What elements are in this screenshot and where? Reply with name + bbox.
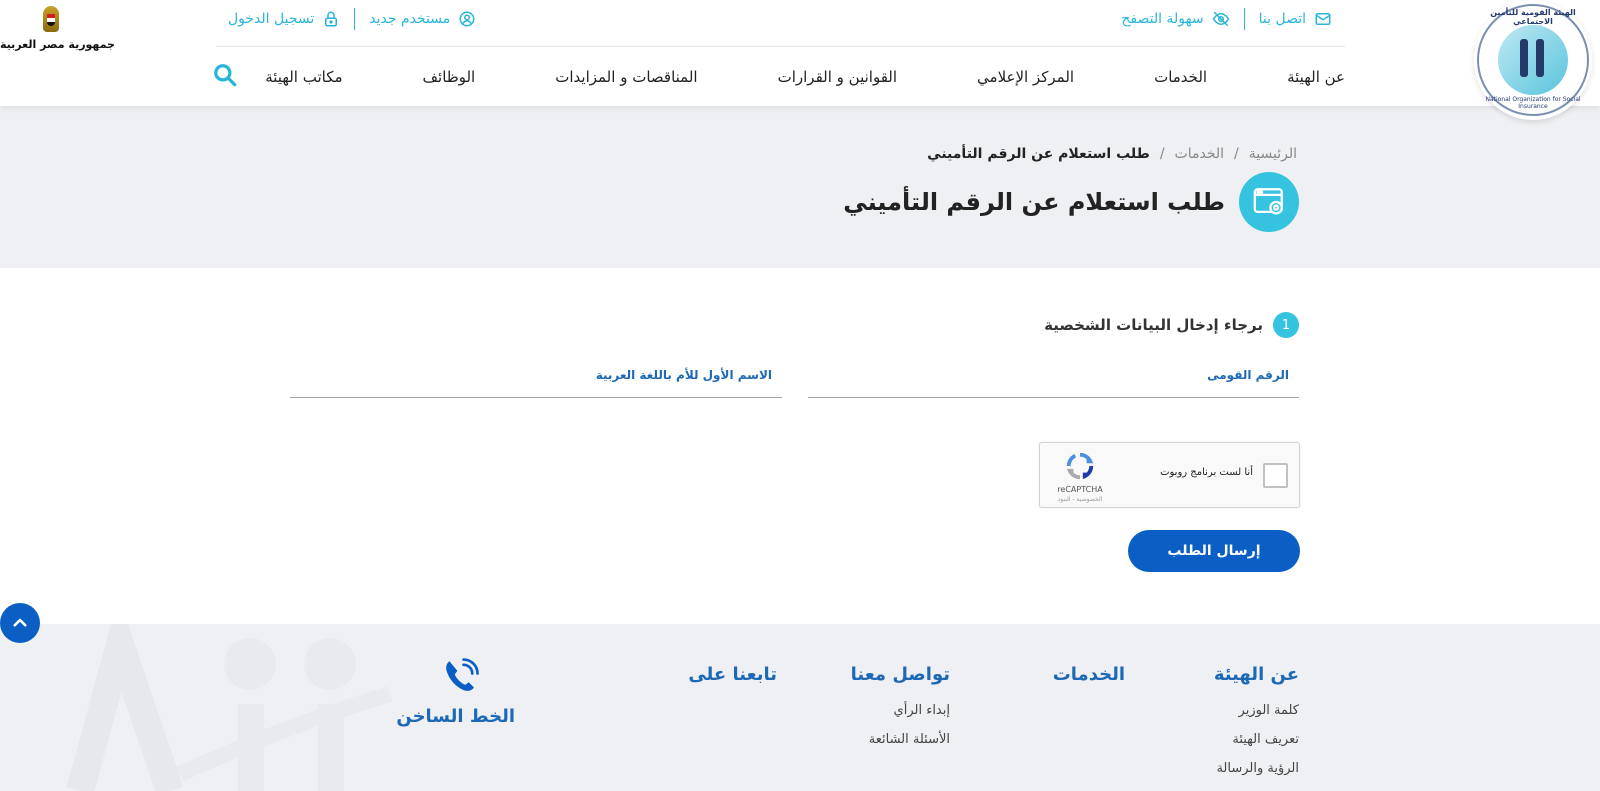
recaptcha-checkbox[interactable] — [1263, 463, 1288, 488]
breadcrumb-separator: / — [1234, 146, 1239, 162]
step-number-badge: 1 — [1273, 312, 1299, 338]
nav-offices[interactable]: مكاتب الهيئة — [265, 68, 342, 86]
site-footer: عن الهيئة كلمة الوزير تعريف الهيئة الرؤي… — [0, 624, 1600, 791]
footer-col-services: الخدمات — [1053, 664, 1125, 703]
nav-laws[interactable]: القوانين و القرارات — [778, 68, 897, 86]
breadcrumb: الرئيسية / الخدمات / طلب استعلام عن الرق… — [927, 146, 1297, 162]
page-title: طلب استعلام عن الرقم التأميني — [843, 188, 1225, 216]
egypt-emblem: جمهورية مصر العربية — [0, 0, 115, 60]
header-divider — [216, 46, 1345, 47]
footer-link-feedback[interactable]: إبداء الرأي — [851, 703, 950, 718]
accessibility-link[interactable]: سهولة التصفح — [1121, 10, 1229, 28]
page-banner: الرئيسية / الخدمات / طلب استعلام عن الرق… — [0, 106, 1600, 268]
mother-name-field[interactable]: الاسم الأول للأم باللغة العربية — [290, 362, 782, 398]
org-logo-text-ar: الهيئة القومية للتأمين الاجتماعي — [1490, 8, 1576, 26]
recaptcha-icon — [1066, 452, 1094, 480]
footer-follow-title: تابعنا على — [688, 664, 777, 685]
mother-name-input[interactable] — [290, 380, 782, 395]
site-header: الهيئة القومية للتأمين الاجتماعي Nationa… — [0, 0, 1600, 120]
divider — [1243, 8, 1245, 30]
watermark-logo-icon — [66, 624, 393, 791]
national-id-label: الرقم القومى — [1207, 368, 1289, 382]
top-links-left: مستخدم جديد تسجيل الدخول — [228, 6, 476, 32]
mother-name-label: الاسم الأول للأم باللغة العربية — [595, 368, 772, 382]
search-button[interactable] — [212, 62, 238, 88]
recaptcha-terms-link[interactable]: الخصوصية - البنود — [1050, 496, 1110, 503]
nav-media-center[interactable]: المركز الإعلامي — [977, 68, 1074, 86]
hotline[interactable]: الخط الساخن — [396, 656, 515, 727]
nav-jobs[interactable]: الوظائف — [423, 68, 476, 86]
service-window-icon — [1239, 172, 1299, 232]
mail-icon — [1315, 13, 1331, 25]
recaptcha-logo: reCAPTCHA الخصوصية - البنود — [1050, 451, 1110, 503]
org-logo-emblem: الهيئة القومية للتأمين الاجتماعي Nationa… — [1477, 4, 1589, 116]
login-label: تسجيل الدخول — [228, 11, 315, 27]
page-title-row: طلب استعلام عن الرقم التأميني — [843, 172, 1299, 232]
nav-tenders[interactable]: المناقصات و المزايدات — [555, 68, 697, 86]
eye-slash-icon — [1212, 11, 1229, 27]
divider — [354, 8, 356, 30]
phone-icon — [446, 658, 479, 691]
footer-col-contact: تواصل معنا إبداء الرأي الأسئلة الشائعة — [851, 664, 950, 761]
lock-icon — [325, 11, 338, 27]
national-id-input[interactable] — [808, 380, 1299, 395]
footer-col-follow: تابعنا على — [688, 664, 777, 703]
contact-us-link[interactable]: اتصل بنا — [1259, 10, 1332, 28]
egypt-label: جمهورية مصر العربية — [0, 38, 115, 51]
new-user-link[interactable]: مستخدم جديد — [369, 10, 476, 28]
footer-link-about-org[interactable]: تعريف الهيئة — [1214, 732, 1299, 747]
form-step-header: 1 برجاء إدخال البيانات الشخصية — [1044, 312, 1299, 338]
recaptcha-label: أنا لست برنامج روبوت — [1160, 467, 1253, 478]
scroll-to-top-button[interactable] — [0, 603, 40, 643]
org-logo[interactable]: الهيئة القومية للتأمين الاجتماعي Nationa… — [1474, 0, 1592, 120]
recaptcha-brand: reCAPTCHA — [1057, 485, 1103, 494]
main-nav: عن الهيئة الخدمات المركز الإعلامي القوان… — [265, 62, 1345, 92]
chevron-up-icon — [13, 618, 27, 627]
org-logo-text-en: National Organization for Social Insuran… — [1485, 96, 1581, 110]
nav-services[interactable]: الخدمات — [1154, 68, 1207, 86]
footer-link-vision[interactable]: الرؤية والرسالة — [1214, 761, 1299, 776]
eagle-icon — [37, 2, 65, 36]
nav-about[interactable]: عن الهيئة — [1287, 68, 1345, 86]
login-link[interactable]: تسجيل الدخول — [228, 10, 340, 28]
breadcrumb-services[interactable]: الخدمات — [1175, 146, 1225, 162]
org-logo-mark-icon — [1498, 25, 1568, 95]
contact-us-label: اتصل بنا — [1258, 11, 1306, 27]
national-id-field[interactable]: الرقم القومى — [808, 362, 1299, 398]
user-circle-icon — [459, 11, 475, 27]
breadcrumb-separator: / — [1159, 146, 1165, 162]
search-icon — [214, 64, 237, 87]
accessibility-label: سهولة التصفح — [1121, 11, 1204, 27]
footer-link-faq[interactable]: الأسئلة الشائعة — [851, 732, 950, 747]
breadcrumb-current: طلب استعلام عن الرقم التأميني — [927, 146, 1150, 162]
submit-request-button[interactable]: إرسال الطلب — [1128, 530, 1300, 572]
top-links-right: اتصل بنا سهولة التصفح — [1121, 6, 1332, 32]
footer-link-minister-word[interactable]: كلمة الوزير — [1214, 703, 1299, 718]
footer-col-about: عن الهيئة كلمة الوزير تعريف الهيئة الرؤي… — [1214, 664, 1299, 790]
footer-contact-title: تواصل معنا — [850, 664, 950, 685]
footer-services-title: الخدمات — [1052, 664, 1125, 685]
step-title: برجاء إدخال البيانات الشخصية — [1044, 316, 1263, 334]
recaptcha-widget: أنا لست برنامج روبوت reCAPTCHA الخصوصية … — [1039, 442, 1300, 508]
footer-about-title: عن الهيئة — [1213, 664, 1299, 685]
new-user-label: مستخدم جديد — [369, 11, 451, 27]
breadcrumb-home[interactable]: الرئيسية — [1249, 146, 1297, 162]
hotline-label: الخط الساخن — [396, 706, 515, 727]
